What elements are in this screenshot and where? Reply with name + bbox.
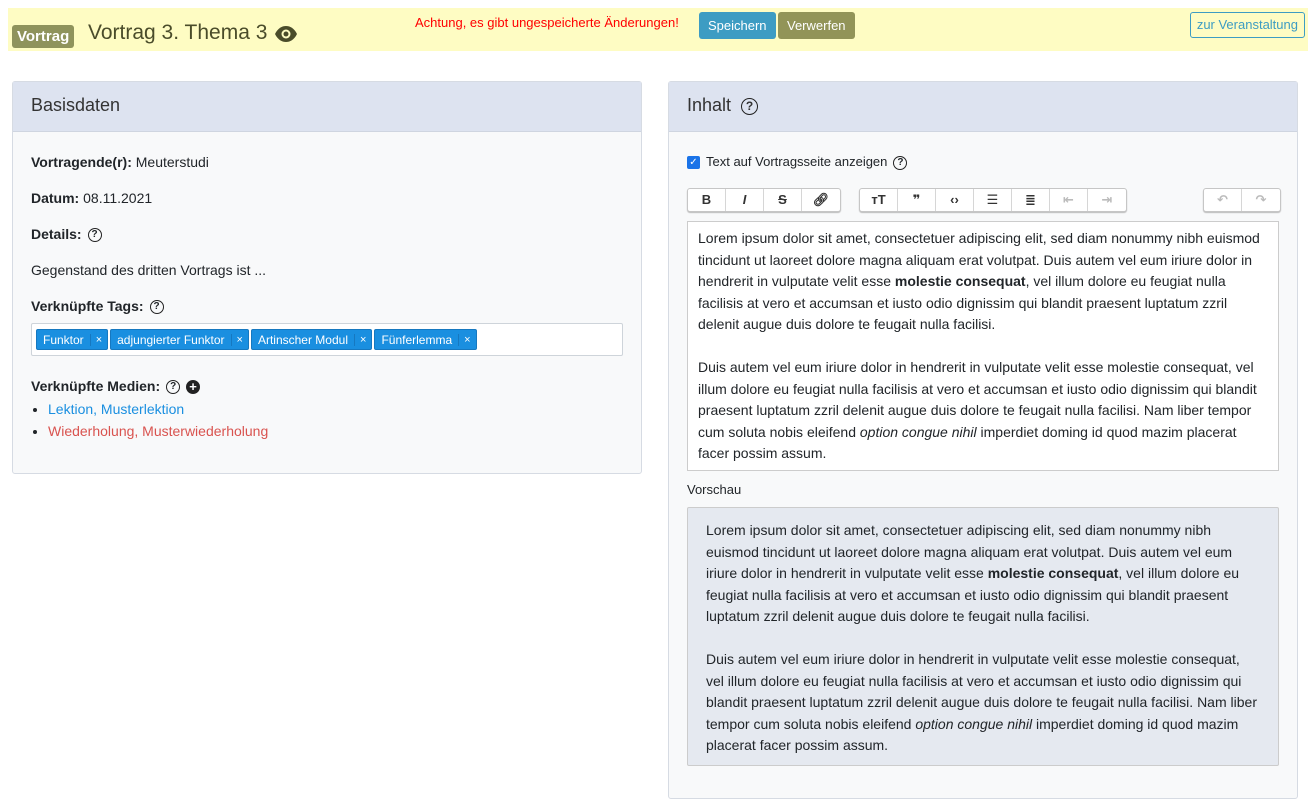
remove-tag-icon[interactable]: × <box>230 333 248 346</box>
italic-icon[interactable]: I <box>726 189 764 211</box>
preview-label: Vorschau <box>687 482 742 497</box>
code-icon[interactable]: ‹› <box>936 189 974 211</box>
media-label: Verknüpfte Medien: <box>31 378 161 394</box>
redo-icon[interactable]: ↷ <box>1242 189 1280 211</box>
remove-tag-icon[interactable]: × <box>354 333 371 346</box>
block-toolbar: тT ❞ ‹› ☰ ≣ ⇤ ⇥ <box>859 188 1127 212</box>
eye-icon[interactable] <box>274 25 298 43</box>
bullet-list-icon[interactable]: ☰ <box>974 189 1012 211</box>
indent-icon[interactable]: ⇥ <box>1088 189 1126 211</box>
card-header: Inhalt? <box>669 82 1297 132</box>
quote-icon[interactable]: ❞ <box>898 189 936 211</box>
details-label: Details: <box>31 226 82 242</box>
card-title: Basisdaten <box>13 82 641 132</box>
numbered-list-icon[interactable]: ≣ <box>1012 189 1050 211</box>
discard-button[interactable]: Verwerfen <box>778 12 855 39</box>
italic-text: option congue nihil <box>915 715 1033 732</box>
speaker-value: Meuterstudi <box>135 154 209 170</box>
unsaved-warning: Achtung, es gibt ungespeicherte Änderung… <box>415 15 679 30</box>
date-label: Datum: <box>31 190 80 206</box>
card-title: Inhalt <box>687 95 732 115</box>
save-button[interactable]: Speichern <box>699 12 776 39</box>
italic-text: option congue nihil <box>859 423 977 440</box>
undo-icon[interactable]: ↶ <box>1204 189 1242 211</box>
media-item: Lektion, Musterlektion <box>48 398 268 420</box>
media-link[interactable]: Wiederholung, Musterwiederholung <box>48 423 268 439</box>
media-list: Lektion, Musterlektion Wiederholung, Mus… <box>13 398 268 442</box>
tags-label: Verknüpfte Tags: <box>31 298 144 314</box>
date-value: 08.11.2021 <box>83 190 153 206</box>
inhalt-card: Inhalt? ✓ Text auf Vortragsseite anzeigen… <box>668 81 1298 799</box>
help-icon[interactable]: ? <box>741 97 759 115</box>
type-badge: Vortrag <box>12 25 75 48</box>
tag: Artinscher Modul × <box>250 329 373 350</box>
page-title: Vortrag 3. Thema 3 <box>88 21 268 44</box>
preview-box: Lorem ipsum dolor sit amet, consectetuer… <box>687 507 1279 766</box>
outdent-icon[interactable]: ⇤ <box>1050 189 1088 211</box>
strikethrough-icon[interactable]: S <box>764 189 802 211</box>
media-item: Wiederholung, Musterwiederholung <box>48 420 268 442</box>
content-editor[interactable]: Lorem ipsum dolor sit amet, consectetuer… <box>687 221 1279 471</box>
format-toolbar: B I S 🔗︎ <box>687 188 841 212</box>
heading-icon[interactable]: тT <box>860 189 898 211</box>
help-icon[interactable]: ? <box>87 228 102 243</box>
to-event-button[interactable]: zur Veranstaltung <box>1189 12 1305 38</box>
tag: Fünferlemma × <box>374 329 477 350</box>
help-icon[interactable]: ? <box>166 380 181 395</box>
remove-tag-icon[interactable]: × <box>89 333 107 346</box>
details-text: Gegenstand des dritten Vortrags ist ... <box>31 262 267 278</box>
tag: adjungierter Funktor × <box>110 329 249 350</box>
show-text-label: Text auf Vortragsseite anzeigen <box>706 154 888 169</box>
bold-icon[interactable]: B <box>688 189 726 211</box>
link-icon[interactable]: 🔗︎ <box>802 189 840 211</box>
bold-text: molestie consequat <box>894 273 1026 289</box>
bold-text: molestie consequat <box>987 565 1119 581</box>
header-bar: Vortrag Vortrag 3. Thema 3 Achtung, es g… <box>8 8 1308 51</box>
add-media-icon[interactable]: + <box>186 380 201 395</box>
tag: Funktor × <box>36 329 109 350</box>
basisdaten-card: Basisdaten Vortragende(r): Meuterstudi D… <box>12 81 642 474</box>
speaker-label: Vortragende(r): <box>31 154 132 170</box>
history-toolbar: ↶ ↷ <box>1203 188 1281 212</box>
show-text-checkbox[interactable]: ✓ <box>687 156 700 170</box>
remove-tag-icon[interactable]: × <box>458 333 475 346</box>
help-icon[interactable]: ? <box>893 155 908 170</box>
help-icon[interactable]: ? <box>149 300 164 315</box>
tags-input[interactable]: Funktor × adjungierter Funktor × Artinscher … <box>31 323 623 356</box>
media-link[interactable]: Lektion, Musterlektion <box>48 401 184 417</box>
